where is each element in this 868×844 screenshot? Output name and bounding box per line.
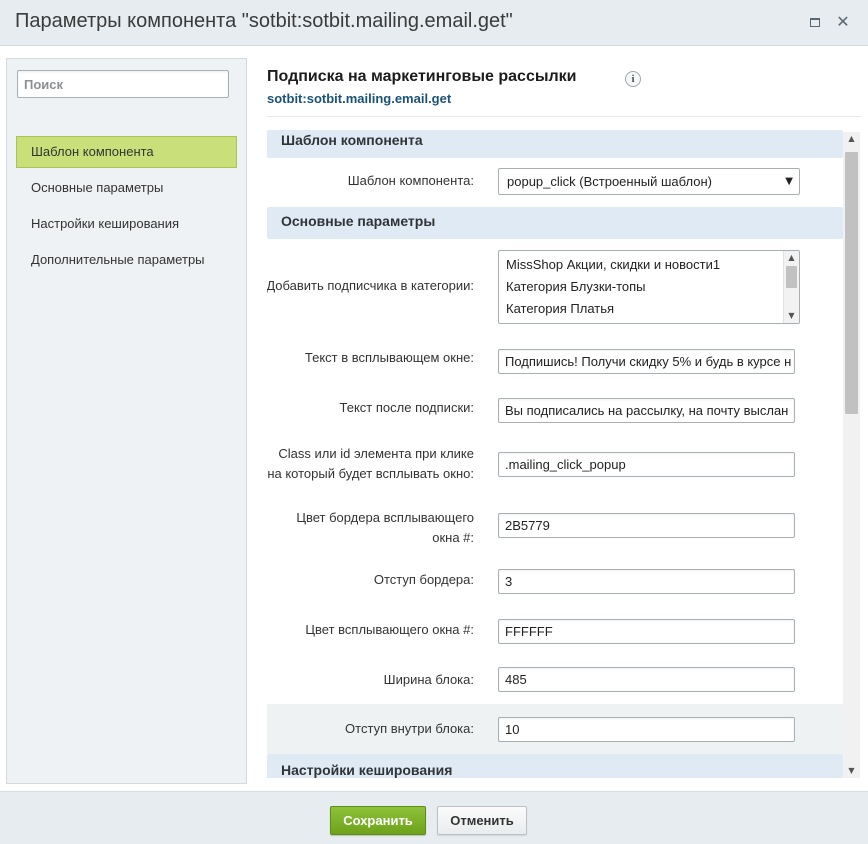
maximize-icon[interactable] (808, 15, 822, 29)
element-class-field[interactable]: .mailing_click_popup (498, 452, 795, 477)
scroll-down-icon[interactable]: ▼ (784, 310, 799, 322)
popup-text-label: Текст в всплывающем окне: (304, 350, 474, 365)
list-item[interactable]: Категория Платья (499, 298, 799, 320)
sidebar-item-additional-params[interactable]: Дополнительные параметры (16, 244, 237, 276)
block-width-field[interactable]: 485 (498, 667, 795, 692)
block-padding-field[interactable]: 10 (498, 717, 795, 742)
dialog-footer: Сохранить Отменить (0, 791, 868, 844)
sidebar-item-basic-params[interactable]: Основные параметры (16, 172, 237, 204)
divider (267, 116, 861, 117)
after-subscribe-text-field[interactable]: Вы подписались на рассылку, на почту выс… (498, 398, 795, 423)
template-select-value: popup_click (Встроенный шаблон) (507, 174, 712, 189)
border-color-label-line2: окна #: (432, 530, 474, 545)
border-offset-label: Отступ бордера: (373, 572, 474, 587)
border-color-field[interactable]: 2B5779 (498, 513, 795, 538)
section-header-cache: Настройки кеширования (267, 754, 843, 778)
scroll-up-icon[interactable]: ▲ (843, 132, 860, 146)
save-button[interactable]: Сохранить (330, 806, 426, 835)
page-title: Подписка на маркетинговые рассылки (267, 68, 577, 85)
list-item[interactable]: MissShop Акции, скидки и новости1 (499, 254, 799, 276)
title-bar: Параметры компонента "sotbit:sotbit.mail… (0, 0, 868, 46)
scroll-down-icon[interactable]: ▼ (843, 764, 860, 778)
sidebar: Шаблон компонента Основные параметры Нас… (6, 58, 247, 784)
template-select[interactable]: popup_click (Встроенный шаблон) ▼ (498, 168, 800, 195)
chevron-down-icon: ▼ (785, 176, 793, 187)
close-icon[interactable]: ✕ (835, 12, 851, 32)
border-offset-field[interactable]: 3 (498, 569, 795, 594)
sidebar-nav: Шаблон компонента Основные параметры Нас… (16, 136, 237, 280)
popup-color-label: Цвет всплывающего окна #: (305, 622, 474, 637)
border-color-label-line1: Цвет бордера всплывающего (296, 510, 474, 525)
element-class-label-line2: на который будет всплывать окно: (267, 466, 474, 481)
block-width-label: Ширина блока: (383, 672, 474, 687)
params-scroll-area: Шаблон компонента Шаблон компонента: pop… (267, 130, 860, 778)
block-padding-label: Отступ внутри блока: (345, 721, 474, 736)
section-header-template: Шаблон компонента (267, 130, 843, 158)
scrollbar-thumb[interactable] (786, 266, 797, 288)
popup-text-field[interactable]: Подпишись! Получи скидку 5% и будь в кур… (498, 349, 795, 374)
section-header-basic: Основные параметры (267, 207, 843, 239)
list-item[interactable]: Категория Блузки-топы (499, 276, 799, 298)
template-label: Шаблон компонента: (347, 173, 474, 188)
cancel-button[interactable]: Отменить (437, 806, 527, 835)
listbox-scrollbar[interactable]: ▲ ▼ (783, 251, 799, 323)
search-input[interactable] (17, 70, 229, 98)
scrollbar-thumb[interactable] (845, 152, 858, 414)
component-parameters-dialog: Параметры компонента "sotbit:sotbit.mail… (0, 0, 868, 844)
component-code: sotbit:sotbit.mailing.email.get (267, 91, 452, 106)
categories-listbox[interactable]: MissShop Акции, скидки и новости1 Катего… (498, 250, 800, 324)
element-class-label-line1: Class или id элемента при клике (278, 446, 474, 461)
dialog-title: Параметры компонента "sotbit:sotbit.mail… (15, 10, 513, 32)
sidebar-item-cache-settings[interactable]: Настройки кеширования (16, 208, 237, 240)
info-icon[interactable]: i (625, 71, 641, 87)
popup-color-field[interactable]: FFFFFF (498, 619, 795, 644)
categories-label: Добавить подписчика в категории: (267, 278, 474, 293)
sidebar-item-template[interactable]: Шаблон компонента (16, 136, 237, 168)
scroll-up-icon[interactable]: ▲ (784, 252, 799, 264)
after-subscribe-text-label: Текст после подписки: (339, 400, 474, 415)
main-scrollbar[interactable]: ▲ ▼ (843, 132, 860, 778)
